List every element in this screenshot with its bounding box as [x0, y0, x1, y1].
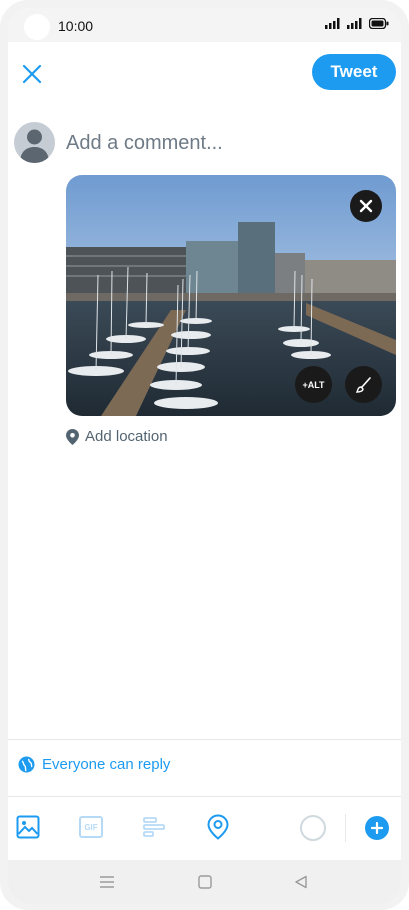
character-progress-ring	[300, 815, 326, 841]
location-icon	[207, 814, 229, 840]
signal-icon	[347, 18, 362, 29]
divider	[8, 796, 401, 797]
add-thread-button[interactable]	[365, 816, 389, 840]
location-button[interactable]	[205, 814, 231, 840]
alt-text-button[interactable]: +ALT	[295, 366, 332, 403]
image-icon	[16, 815, 40, 839]
back-triangle-icon	[295, 875, 307, 889]
battery-icon	[369, 18, 389, 29]
plus-icon	[371, 822, 383, 834]
status-icons	[325, 18, 389, 29]
tweet-button[interactable]: Tweet	[312, 54, 396, 90]
close-icon	[22, 64, 42, 84]
phone-frame: 10:00 Tweet Add a comment... +ALT Add lo…	[0, 0, 409, 910]
reply-settings-label: Everyone can reply	[42, 756, 171, 773]
back-nav-button[interactable]	[291, 872, 311, 892]
comment-input[interactable]	[66, 126, 386, 160]
edit-photo-button[interactable]	[345, 366, 382, 403]
toolbar-separator	[345, 814, 346, 842]
system-nav-bar	[8, 860, 401, 904]
divider	[8, 739, 401, 740]
status-time: 10:00	[58, 18, 94, 34]
home-nav-button[interactable]	[195, 872, 215, 892]
menu-nav-button[interactable]	[97, 872, 117, 892]
close-button[interactable]	[18, 60, 46, 88]
gif-button[interactable]: GIF	[78, 814, 104, 840]
attached-photo: +ALT	[66, 175, 396, 416]
close-icon	[359, 199, 373, 213]
location-pin-icon	[66, 428, 79, 445]
home-square-icon	[198, 875, 212, 889]
globe-icon	[18, 756, 35, 773]
screen: 10:00 Tweet Add a comment... +ALT Add lo…	[8, 8, 401, 904]
gif-label: GIF	[84, 822, 98, 832]
add-location-link[interactable]: Add location	[66, 428, 168, 445]
camera-hole	[24, 14, 50, 40]
avatar	[14, 122, 55, 163]
user-icon	[20, 129, 49, 163]
add-location-label: Add location	[85, 428, 168, 445]
remove-photo-button[interactable]	[350, 190, 382, 222]
poll-icon	[143, 817, 165, 837]
brush-icon	[355, 376, 371, 393]
image-button[interactable]	[15, 814, 41, 840]
reply-settings-button[interactable]: Everyone can reply	[18, 756, 170, 773]
poll-button[interactable]	[141, 814, 167, 840]
menu-icon	[100, 876, 114, 888]
status-bar: 10:00	[8, 8, 401, 42]
signal-icon	[325, 18, 340, 29]
